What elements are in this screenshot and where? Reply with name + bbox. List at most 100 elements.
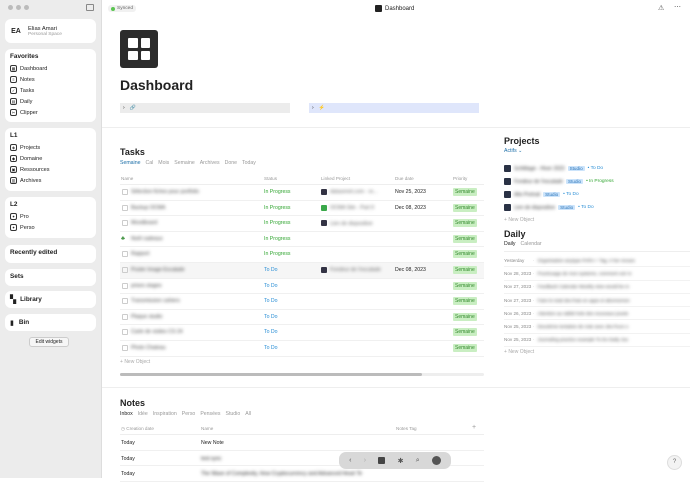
- task-name[interactable]: Photo Chateau: [131, 345, 166, 351]
- status-badge[interactable]: To Do: [264, 298, 278, 304]
- projects-filter[interactable]: Actifs ⌄: [504, 148, 523, 154]
- sidebar-item-daily[interactable]: ▤ Daily: [5, 96, 96, 107]
- checkbox[interactable]: [122, 189, 128, 195]
- checkbox[interactable]: [122, 220, 128, 227]
- col-priority[interactable]: Priority: [453, 176, 467, 181]
- table-row[interactable]: Sélection fiches pour portfolio In Progre…: [120, 185, 484, 201]
- col-notes-tag[interactable]: Notes Tag: [396, 426, 417, 431]
- list-item[interactable]: Nov 26, 2023 · Attention au rabbit hole de…: [504, 307, 690, 321]
- table-row[interactable]: Transmission cahiers To Do Semaine: [120, 294, 484, 310]
- sidebar-item-archives[interactable]: ▥ Archives: [5, 175, 96, 186]
- tag-relation-bar[interactable]: › ⚡: [309, 103, 479, 113]
- sidebar-item-domaine[interactable]: ◆ Domaine: [5, 153, 96, 164]
- col-due-date[interactable]: Due date: [395, 176, 414, 181]
- table-row[interactable]: Backup OCMA In Progress OCMA Site - Part I…: [120, 201, 484, 217]
- priority-badge[interactable]: Semaine: [453, 203, 477, 212]
- status-badge[interactable]: In Progress: [264, 189, 291, 195]
- list-item[interactable]: Nov 28, 2023 · Pourtouage de mon systeme, …: [504, 267, 690, 281]
- tab-inspiration[interactable]: Inspiration: [153, 411, 177, 417]
- zoom-dot-icon[interactable]: [24, 5, 29, 10]
- tab-calendar[interactable]: Calendar: [521, 241, 542, 247]
- checkbox[interactable]: [122, 251, 128, 258]
- tab-studio[interactable]: Studio: [226, 411, 241, 417]
- priority-badge[interactable]: Semaine: [453, 234, 477, 243]
- priority-badge[interactable]: Semaine: [453, 297, 477, 306]
- priority-badge[interactable]: Semaine: [453, 328, 477, 337]
- priority-badge[interactable]: Semaine: [453, 219, 477, 228]
- warning-icon[interactable]: ⚠: [658, 4, 664, 12]
- task-name[interactable]: Backup OCMA: [131, 205, 165, 211]
- table-row[interactable]: Moodboard In Progress Lien de dispositive S…: [120, 216, 484, 232]
- forward-arrow-icon[interactable]: ›: [364, 457, 366, 464]
- tab-inbox[interactable]: Inbox: [120, 411, 133, 417]
- note-name[interactable]: New Note: [201, 440, 224, 446]
- user-card[interactable]: EA Elias Amari Personal Space: [5, 19, 96, 43]
- link-relation-bar[interactable]: › 🔗: [120, 103, 290, 113]
- sidebar-item-ressources[interactable]: ▣ Ressources: [5, 164, 96, 175]
- tasks-new-object-button[interactable]: + New Object: [120, 359, 150, 365]
- tasks-scrollbar[interactable]: [120, 373, 484, 376]
- col-name[interactable]: Name: [121, 176, 133, 181]
- list-item[interactable]: Alto Portrait Studio • To Do: [504, 188, 684, 201]
- graph-icon[interactable]: ✱: [398, 457, 404, 465]
- sidebar-item-dashboard[interactable]: ▦ Dashboard: [5, 63, 96, 74]
- sidebar-item-pro[interactable]: ✦ Pro: [5, 211, 96, 222]
- table-row[interactable]: Photo Chateau To Do Semaine: [120, 341, 484, 357]
- task-name[interactable]: Sélection fiches pour portfolio: [131, 189, 199, 195]
- due-date[interactable]: Dec 08, 2023: [395, 205, 426, 211]
- status-badge[interactable]: In Progress: [264, 251, 291, 257]
- bin-button[interactable]: ▮ Bin: [5, 314, 96, 331]
- dashboard-nav-icon[interactable]: [378, 457, 386, 464]
- checkbox[interactable]: [122, 298, 128, 305]
- tab-semaine[interactable]: Semaine: [120, 160, 140, 166]
- checkbox[interactable]: [122, 282, 128, 289]
- more-icon[interactable]: ⋯: [674, 3, 681, 11]
- note-name[interactable]: test sync: [201, 456, 221, 462]
- help-icon[interactable]: ?: [667, 455, 682, 470]
- table-row[interactable]: Today New Note: [120, 435, 484, 451]
- close-dot-icon[interactable]: [8, 5, 13, 10]
- profile-icon[interactable]: [431, 456, 441, 465]
- tab-cal[interactable]: Cal: [145, 160, 153, 166]
- sidebar-toggle-icon[interactable]: [86, 4, 94, 11]
- checkbox[interactable]: [122, 313, 128, 320]
- add-column-icon[interactable]: +: [472, 424, 476, 431]
- col-status[interactable]: Status: [264, 176, 277, 181]
- status-badge[interactable]: In Progress: [264, 220, 291, 226]
- list-item[interactable]: Nov 27, 2023 · Feedback Calendar Weekly vi…: [504, 281, 690, 294]
- sidebar-item-notes[interactable]: ≡ Notes: [5, 74, 96, 85]
- task-name[interactable]: Poster Image Escalade: [131, 267, 185, 273]
- status-badge[interactable]: To Do: [264, 314, 278, 320]
- minimize-dot-icon[interactable]: [16, 5, 21, 10]
- tab-idee[interactable]: Idée: [138, 411, 148, 417]
- tab-all[interactable]: All: [245, 411, 251, 417]
- library-button[interactable]: ▚ Library: [5, 291, 96, 308]
- priority-badge[interactable]: Semaine: [453, 343, 477, 352]
- checkbox[interactable]: [122, 344, 128, 351]
- col-creation-date[interactable]: ◷ Creation date: [121, 426, 154, 432]
- chevron-right-icon[interactable]: ›: [123, 105, 125, 111]
- sidebar-item-tasks[interactable]: ✓ Tasks: [5, 85, 96, 96]
- list-item[interactable]: Lien de dispositive Studio • To Do: [504, 201, 684, 214]
- status-badge[interactable]: To Do: [264, 329, 278, 335]
- task-name[interactable]: Plaque studio: [131, 314, 162, 320]
- task-name[interactable]: Rapport: [131, 251, 149, 257]
- list-item[interactable]: Nov 25, 2023 · Deuxième tentative de note …: [504, 320, 690, 334]
- priority-badge[interactable]: Semaine: [453, 265, 477, 274]
- status-badge[interactable]: In Progress: [264, 236, 291, 242]
- tab-daily[interactable]: Daily: [504, 241, 516, 247]
- sidebar-item-perso[interactable]: ✦ Perso: [5, 222, 96, 233]
- tab-perso[interactable]: Perso: [182, 411, 196, 417]
- due-date[interactable]: Nov 25, 2023: [395, 189, 426, 195]
- breadcrumb[interactable]: Dashboard: [375, 5, 414, 12]
- sidebar-item-clipper[interactable]: ✂ Clipper: [5, 107, 96, 118]
- status-badge[interactable]: In Progress: [264, 205, 291, 211]
- priority-badge[interactable]: Semaine: [453, 312, 477, 321]
- tab-semaine-2[interactable]: Semaine: [174, 160, 194, 166]
- status-badge[interactable]: To Do: [264, 283, 278, 289]
- sets-section[interactable]: Sets: [5, 269, 96, 286]
- due-date[interactable]: Dec 08, 2023: [395, 267, 426, 273]
- task-name[interactable]: Moodboard: [131, 220, 157, 226]
- priority-badge[interactable]: Semaine: [453, 250, 477, 259]
- linked-project[interactable]: datasenet.com - re...: [321, 189, 378, 195]
